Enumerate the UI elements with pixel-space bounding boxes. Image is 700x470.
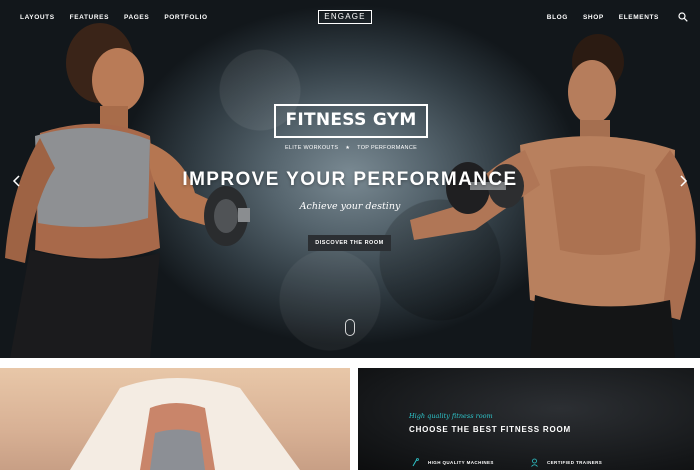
site-logo[interactable]: ENGAGE bbox=[318, 10, 372, 24]
section-eyebrow: High quality fitness room bbox=[409, 412, 493, 420]
nav-item-layouts[interactable]: LAYOUTS bbox=[20, 14, 55, 21]
feature-certified-trainers: CERTIFIED TRAINERS bbox=[530, 458, 602, 467]
scroll-mouse-icon[interactable] bbox=[345, 319, 355, 336]
chevron-right-icon[interactable] bbox=[678, 175, 688, 187]
fitness-room-card: High quality fitness room CHOOSE THE BES… bbox=[358, 368, 694, 470]
nav-left-menu: LAYOUTS FEATURES PAGES PORTFOLIO bbox=[20, 14, 208, 21]
nav-item-blog[interactable]: BLOG bbox=[547, 14, 568, 21]
hero-slider: LAYOUTS FEATURES PAGES PORTFOLIO BLOG SH… bbox=[0, 0, 700, 358]
nav-right-menu: BLOG SHOP ELEMENTS bbox=[547, 12, 688, 22]
trainer-icon bbox=[531, 458, 538, 467]
dumbbell-woman bbox=[204, 186, 250, 246]
badge-sub-left: ELITE WORKOUTS bbox=[284, 145, 339, 151]
hero-badge-subtitle: ELITE WORKOUTS ★ TOP PERFORMANCE bbox=[280, 143, 422, 153]
feature-label: CERTIFIED TRAINERS bbox=[547, 460, 603, 465]
nav-item-pages[interactable]: PAGES bbox=[124, 14, 149, 21]
badge-sub-right: TOP PERFORMANCE bbox=[357, 145, 418, 151]
athlete-towel-image bbox=[70, 378, 300, 470]
nav-item-elements[interactable]: ELEMENTS bbox=[619, 14, 659, 21]
search-icon[interactable] bbox=[678, 12, 688, 22]
feature-label: HIGH QUALITY MACHINES bbox=[428, 460, 494, 465]
hero-badge-title: FITNESS GYM bbox=[274, 104, 428, 138]
star-icon: ★ bbox=[345, 145, 351, 151]
nav-item-shop[interactable]: SHOP bbox=[583, 14, 604, 21]
hero-headline: IMPROVE YOUR PERFORMANCE bbox=[182, 169, 518, 190]
hero-tagline: Achieve your destiny bbox=[299, 201, 401, 212]
section-title: CHOOSE THE BEST FITNESS ROOM bbox=[409, 425, 571, 434]
promo-image-card bbox=[0, 368, 350, 470]
nav-item-features[interactable]: FEATURES bbox=[70, 14, 109, 21]
machine-icon bbox=[412, 458, 419, 467]
nav-item-portfolio[interactable]: PORTFOLIO bbox=[164, 14, 207, 21]
discover-room-button[interactable]: DISCOVER THE ROOM bbox=[308, 235, 391, 251]
feature-high-quality-machines: HIGH QUALITY MACHINES bbox=[411, 458, 494, 467]
chevron-left-icon[interactable] bbox=[12, 175, 22, 187]
